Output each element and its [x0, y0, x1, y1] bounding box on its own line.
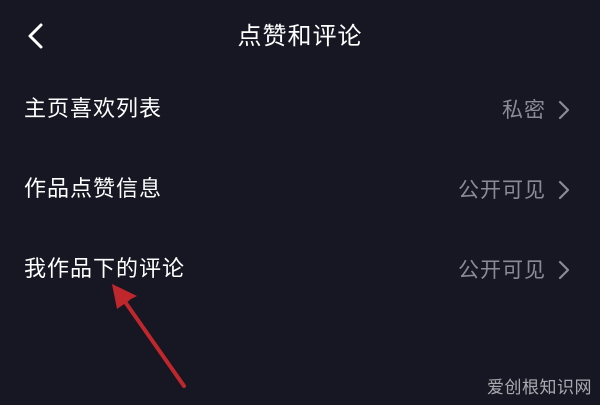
setting-value-work-likes-info: 公开可见 — [458, 178, 546, 202]
settings-list: 主页喜欢列表 私密 作品点赞信息 公开可见 我作品下的评论 公开可见 — [0, 70, 600, 310]
page-title: 点赞和评论 — [237, 22, 363, 50]
setting-label-home-likes-list: 主页喜欢列表 — [24, 97, 163, 122]
chevron-right-icon — [552, 258, 576, 282]
setting-row-comments-under-my-works[interactable]: 我作品下的评论 公开可见 — [0, 230, 600, 310]
setting-row-home-likes-list[interactable]: 主页喜欢列表 私密 — [0, 70, 600, 150]
setting-label-work-likes-info: 作品点赞信息 — [24, 177, 163, 202]
top-navigation-bar: 点赞和评论 — [0, 0, 600, 72]
setting-label-comments-under-my-works: 我作品下的评论 — [24, 257, 186, 282]
chevron-right-icon — [552, 98, 576, 122]
setting-row-work-likes-info[interactable]: 作品点赞信息 公开可见 — [0, 150, 600, 230]
watermark-text: 爱创根知识网 — [487, 378, 592, 398]
setting-value-home-likes-list: 私密 — [502, 98, 546, 122]
chevron-right-icon — [552, 178, 576, 202]
setting-value-comments-under-my-works: 公开可见 — [458, 258, 546, 282]
